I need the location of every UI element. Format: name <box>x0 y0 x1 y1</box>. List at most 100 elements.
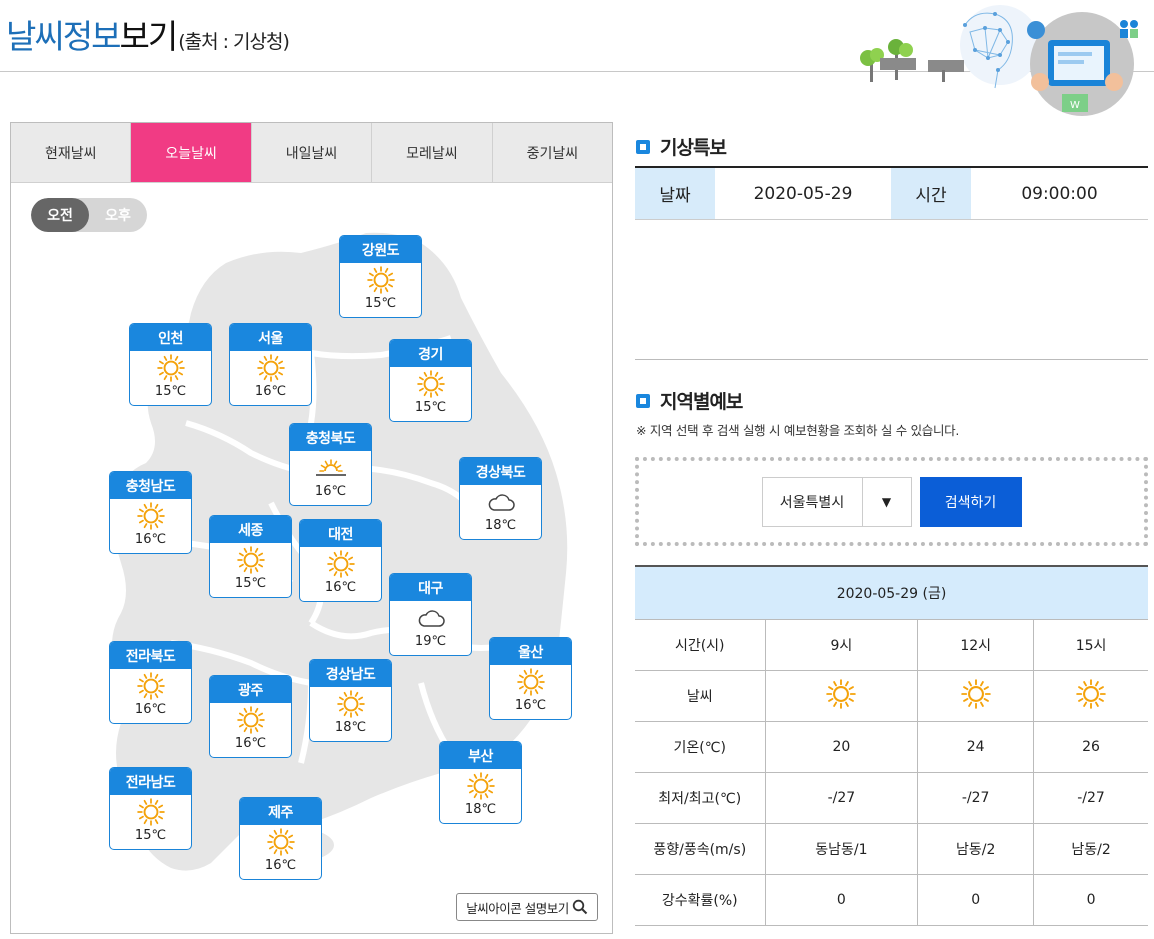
city-name: 울산 <box>490 638 571 665</box>
row-label: 시간(시) <box>635 619 765 671</box>
weather-icon-legend-button[interactable]: 날씨아이콘 설명보기 <box>456 893 598 921</box>
cloud-icon <box>390 601 471 634</box>
weather-alert-heading: 기상특보 <box>636 133 727 160</box>
city-temperature: 16℃ <box>324 580 357 595</box>
city-name: 충청북도 <box>290 424 371 451</box>
region-select-value: 서울특별시 <box>763 477 863 526</box>
sun-icon <box>110 795 191 828</box>
table-row: 기온(℃) 20 24 26 <box>635 721 1148 773</box>
city-card[interactable]: 세종 15℃ <box>209 515 292 598</box>
alert-time-value: 09:00:00 <box>1021 183 1098 204</box>
svg-text:W: W <box>1070 100 1080 111</box>
city-name: 인천 <box>130 324 211 351</box>
search-button[interactable]: 검색하기 <box>919 476 1022 527</box>
sun-icon <box>917 670 1034 722</box>
cloud-icon <box>460 485 541 518</box>
city-card[interactable]: 경상남도 18℃ <box>309 659 392 742</box>
cell: 20 <box>764 721 918 773</box>
legend-button-label: 날씨아이콘 설명보기 <box>466 900 569 916</box>
sun-icon <box>440 769 521 802</box>
city-card[interactable]: 대구 19℃ <box>389 573 472 656</box>
city-card[interactable]: 부산 18℃ <box>439 741 522 824</box>
dropdown-arrow-icon[interactable]: ▼ <box>863 478 911 526</box>
weather-alert-table: 날짜 2020-05-29 시간 09:00:00 <box>635 166 1148 360</box>
alert-time-label: 시간 <box>891 168 971 219</box>
cell: -/27 <box>1033 772 1148 824</box>
pm-toggle-button[interactable]: 오후 <box>89 198 147 232</box>
city-card[interactable]: 강원도 15℃ <box>339 235 422 318</box>
city-card[interactable]: 서울 16℃ <box>229 323 312 406</box>
sun-icon <box>1033 670 1148 722</box>
city-name: 강원도 <box>340 236 421 263</box>
title-part1: 날씨정보 <box>6 17 121 56</box>
regional-forecast-table: 2020-05-29 (금) 시간(시) 9시 12시 15시 날씨 기온(℃)… <box>635 565 1148 926</box>
alert-date-value: 2020-05-29 <box>753 183 853 204</box>
sunrise-icon <box>290 451 371 484</box>
sun-icon <box>310 687 391 720</box>
magnifier-icon <box>572 899 587 915</box>
table-row: 풍향/풍속(m/s) 동남동/1 남동/2 남동/2 <box>635 823 1148 875</box>
city-temperature: 16℃ <box>264 858 297 873</box>
city-card[interactable]: 전라북도 16℃ <box>109 641 192 724</box>
sun-icon <box>764 670 918 722</box>
sun-icon <box>490 665 571 698</box>
city-name: 전라북도 <box>110 642 191 669</box>
cell: 동남동/1 <box>764 823 918 875</box>
city-name: 경상남도 <box>310 660 391 687</box>
row-label: 날씨 <box>635 670 765 722</box>
city-temperature: 16℃ <box>134 532 167 547</box>
table-row: 시간(시) 9시 12시 15시 <box>635 619 1148 671</box>
sun-icon <box>210 703 291 736</box>
sun-icon <box>210 543 291 576</box>
city-name: 대구 <box>390 574 471 601</box>
city-card[interactable]: 전라남도 15℃ <box>109 767 192 850</box>
cell: 15시 <box>1033 619 1148 671</box>
weather-alert-heading-text: 기상특보 <box>660 137 727 159</box>
city-name: 경상북도 <box>460 458 541 485</box>
city-temperature: 18℃ <box>464 802 497 817</box>
city-card[interactable]: 경기 15℃ <box>389 339 472 422</box>
title-part2: 보기 <box>119 17 178 56</box>
sun-icon <box>110 499 191 532</box>
section-bullet-icon <box>636 393 650 408</box>
sun-icon <box>340 263 421 296</box>
cell: 26 <box>1033 721 1148 773</box>
city-card[interactable]: 인천 15℃ <box>129 323 212 406</box>
am-toggle-button[interactable]: 오전 <box>31 198 89 232</box>
cell: -/27 <box>917 772 1034 824</box>
tab-tomorrow-weather[interactable]: 내일날씨 <box>252 123 373 182</box>
cell: 0 <box>917 874 1034 926</box>
alert-row: 날짜 2020-05-29 시간 09:00:00 <box>635 168 1148 220</box>
sun-icon <box>130 351 211 384</box>
am-pm-toggle: 오전 오후 <box>31 198 147 232</box>
city-temperature: 18℃ <box>334 720 367 735</box>
city-temperature: 15℃ <box>414 400 447 415</box>
weather-map-panel: 현재날씨 오늘날씨 내일날씨 모레날씨 중기날씨 오전 오후 강원도 15℃ 인천 1… <box>10 122 613 934</box>
sun-icon <box>240 825 321 858</box>
city-card[interactable]: 충청남도 16℃ <box>109 471 192 554</box>
table-row: 최저/최고(℃) -/27 -/27 -/27 <box>635 772 1148 824</box>
cell: 남동/2 <box>1033 823 1148 875</box>
title-source: (출처 : 기상청) <box>178 31 290 53</box>
city-temperature: 15℃ <box>134 828 167 843</box>
cell: 12시 <box>917 619 1034 671</box>
tab-mid-term-weather[interactable]: 중기날씨 <box>493 123 612 182</box>
city-card[interactable]: 경상북도 18℃ <box>459 457 542 540</box>
region-select[interactable]: 서울특별시 ▼ <box>761 476 912 527</box>
city-card[interactable]: 충청북도 16℃ <box>289 423 372 506</box>
tab-today-weather[interactable]: 오늘날씨 <box>131 123 252 182</box>
sun-icon <box>230 351 311 384</box>
city-card[interactable]: 제주 16℃ <box>239 797 322 880</box>
city-temperature: 15℃ <box>364 296 397 311</box>
tab-current-weather[interactable]: 현재날씨 <box>11 123 132 182</box>
cell: -/27 <box>764 772 918 824</box>
forecast-date: 2020-05-29 (금) <box>635 566 1148 620</box>
city-card[interactable]: 울산 16℃ <box>489 637 572 720</box>
tab-day-after-tomorrow-weather[interactable]: 모레날씨 <box>372 123 493 182</box>
city-card[interactable]: 대전 16℃ <box>299 519 382 602</box>
sun-icon <box>390 367 471 400</box>
header-illustration: W <box>860 5 1138 116</box>
city-temperature: 18℃ <box>484 518 517 533</box>
alert-date-label: 날짜 <box>635 168 715 219</box>
city-card[interactable]: 광주 16℃ <box>209 675 292 758</box>
